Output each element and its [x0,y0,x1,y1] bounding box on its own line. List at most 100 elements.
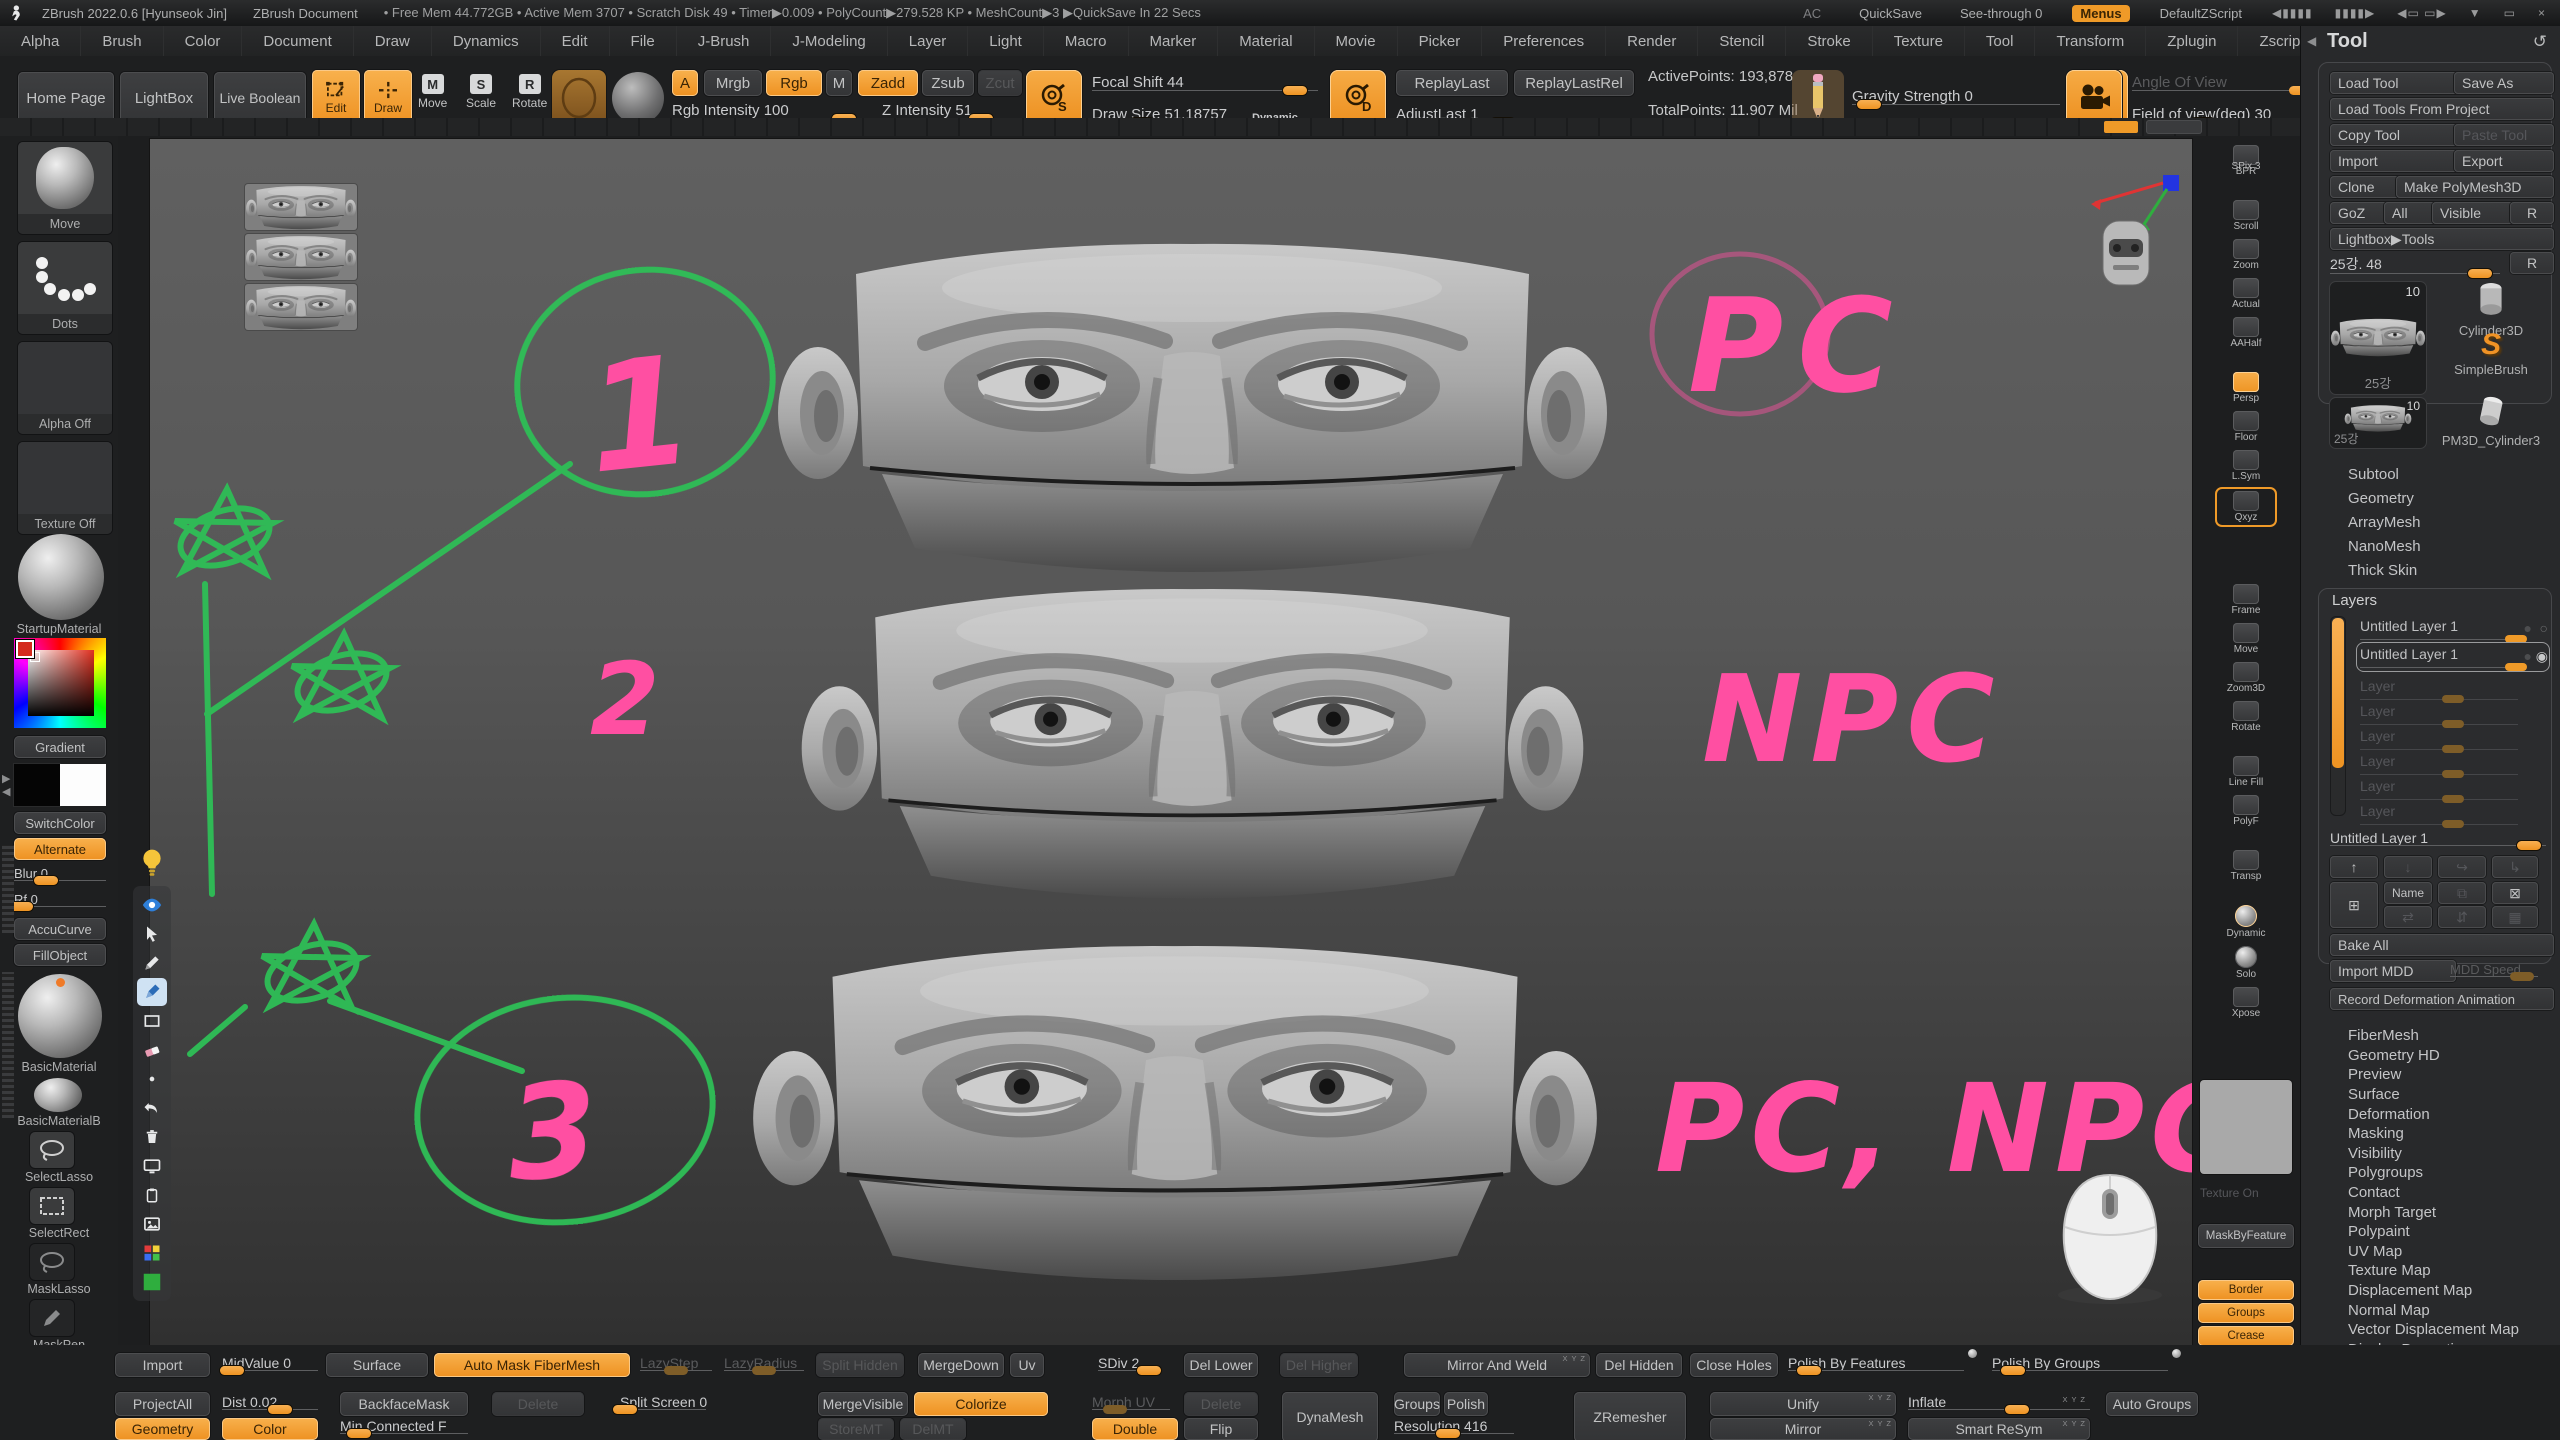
layer-row-empty[interactable]: Layer [2360,778,2546,802]
color-palette-icon[interactable] [137,1239,167,1267]
active-tool-thumbnail[interactable]: 10 25강 [2330,282,2426,394]
brush-thumbnail-move[interactable]: Move [18,142,112,234]
shelf-toggle-right-icon[interactable]: ▮▮▮▮▶ [2335,6,2376,20]
tool-section-header[interactable]: Geometry [2318,486,2550,510]
menu-item[interactable]: Picker [1398,26,1483,56]
quicksave-button[interactable]: QuickSave [1851,5,1930,22]
right-shelf-button[interactable]: PolyF [2217,795,2275,827]
tool-section-header[interactable]: Thick Skin [2318,558,2550,582]
layer-row-empty[interactable]: Layer [2360,703,2546,727]
left-divider-arrows[interactable]: ▶◀ [2,772,10,798]
mergevisible-button[interactable]: MergeVisible [818,1392,908,1416]
right-shelf-button[interactable]: Scroll [2217,200,2275,232]
right-shelf-button[interactable]: Xpose [2217,987,2275,1019]
menu-item[interactable]: Brush [81,26,163,56]
uv-button[interactable]: Uv [1010,1353,1044,1377]
panels-toggle-icon[interactable]: ◀▭ ▭▶ [2397,6,2446,20]
tool-section-header[interactable]: Subtool [2318,462,2550,486]
tool-section-header[interactable]: Deformation [2318,1104,2560,1124]
blur-slider[interactable]: Blur 0 [14,866,106,881]
trash-icon[interactable] [137,1123,167,1151]
right-shelf-button[interactable]: Qxyz [2217,489,2275,525]
lazyradius-slider[interactable]: LazyRadius [724,1355,804,1371]
double-button[interactable]: Double [1092,1418,1178,1440]
current-color-swatch[interactable] [16,640,34,658]
menus-button[interactable]: Menus [2072,5,2129,22]
texture-preview-panel[interactable] [2200,1080,2292,1174]
mrgb-button[interactable]: Mrgb [704,70,762,96]
angle-of-view-slider[interactable]: Angle Of View [2132,74,2310,91]
layer-eye-icon[interactable]: ○ [2540,620,2548,636]
resolution-slider[interactable]: Resolution 416 [1394,1418,1514,1434]
layer-row-empty[interactable]: Layer [2360,753,2546,777]
layer-row-2-selected[interactable]: Untitled Layer 1 ● ◉ [2360,646,2546,668]
tray-orange-chip[interactable] [2104,121,2138,133]
close-holes-button[interactable]: Close Holes [1690,1353,1778,1377]
stroke-thumbnail-dots[interactable]: Dots [18,242,112,334]
clone-button[interactable]: Clone [2330,176,2404,198]
restore-icon[interactable]: ▭ [2504,6,2516,20]
rgb-button[interactable]: Rgb [766,70,822,96]
layer-intensity-slider[interactable]: Untitled Layer 1 [2330,830,2546,846]
select-rect-brush[interactable] [30,1188,74,1224]
menu-item[interactable]: Render [1606,26,1698,56]
dot-size-icon[interactable] [137,1065,167,1093]
home-page-button[interactable]: Home Page [18,72,114,124]
polish-by-features-slider[interactable]: Polish By Features [1788,1355,1964,1371]
menu-item[interactable]: Edit [541,26,610,56]
layer-row-empty[interactable]: Layer [2360,728,2546,752]
menu-item[interactable]: Texture [1873,26,1965,56]
right-shelf-button[interactable]: Zoom [2217,239,2275,271]
accucurve-button[interactable]: AccuCurve [14,918,106,940]
left-scroll-strip[interactable] [2,845,14,933]
right-shelf-button[interactable]: Solo [2217,946,2275,980]
layer-invert-button[interactable]: ▦ [2492,906,2538,928]
pen-toolbar-bulb-icon[interactable] [136,846,168,880]
main-color-swatch[interactable] [14,764,60,806]
polish-toggle-button[interactable]: Polish [1444,1392,1488,1416]
tool-section-header[interactable]: Normal Map [2318,1300,2560,1320]
tool-section-header[interactable]: Displacement Map [2318,1281,2560,1301]
goz-r-button[interactable]: R [2510,202,2554,224]
tool-import-button[interactable]: Import [2330,150,2462,172]
layer-up-button[interactable]: ↑ [2330,856,2378,878]
colorize-button[interactable]: Colorize [914,1392,1048,1416]
layer-redo-button[interactable]: ↪ [2438,856,2486,878]
mergedown-button[interactable]: MergeDown [918,1353,1004,1377]
backfacemask-button[interactable]: BackfaceMask [340,1392,468,1416]
tool-export-button[interactable]: Export [2454,150,2554,172]
tool-slot-pm3d-cylinder[interactable]: PM3D_Cylinder3 [2436,396,2546,448]
highlighter-tool-icon[interactable] [137,978,167,1006]
menu-item[interactable]: Draw [354,26,432,56]
layer-rec-icon[interactable]: ● [2524,620,2532,636]
screen-capture-icon[interactable] [137,1152,167,1180]
alternate-button[interactable]: Alternate [14,838,106,860]
layer-split-button[interactable]: ⇵ [2438,906,2486,928]
right-shelf-button[interactable]: Frame [2217,584,2275,616]
scale-button[interactable]: SScale [466,74,496,110]
menu-item[interactable]: Material [1218,26,1314,56]
replay-last-button[interactable]: ReplayLast [1396,70,1508,96]
min-connected-slider[interactable]: Min Connected F [340,1418,468,1434]
m-button[interactable]: M [826,70,852,96]
menu-item[interactable]: Dynamics [432,26,541,56]
ac-button[interactable]: AC [1795,5,1829,22]
polish-by-groups-slider[interactable]: Polish By Groups [1992,1355,2168,1371]
mask-pen-brush[interactable] [30,1300,74,1336]
tool-slot-small-thumb[interactable]: 10 25강 [2330,398,2426,448]
border-button[interactable]: Border [2198,1280,2294,1300]
menu-item[interactable]: Movie [1315,26,1398,56]
menu-item[interactable]: Alpha [0,26,81,56]
del-higher-button[interactable]: Del Higher [1280,1353,1358,1377]
mask-by-feature-button[interactable]: MaskByFeature [2198,1224,2294,1248]
menu-item[interactable]: Layer [888,26,969,56]
right-shelf-button[interactable]: Line Fill [2217,756,2275,788]
menu-item[interactable]: Marker [1129,26,1219,56]
groups-button[interactable]: Groups [2198,1303,2294,1323]
tool-strength-slider[interactable]: 25강. 48 [2330,254,2500,274]
texture-slot[interactable]: Texture Off [18,442,112,534]
menu-item[interactable]: J-Brush [677,26,772,56]
menu-item[interactable]: File [610,26,677,56]
split-hidden-button[interactable]: Split Hidden [816,1353,904,1377]
layer-row-empty[interactable]: Layer [2360,803,2546,827]
